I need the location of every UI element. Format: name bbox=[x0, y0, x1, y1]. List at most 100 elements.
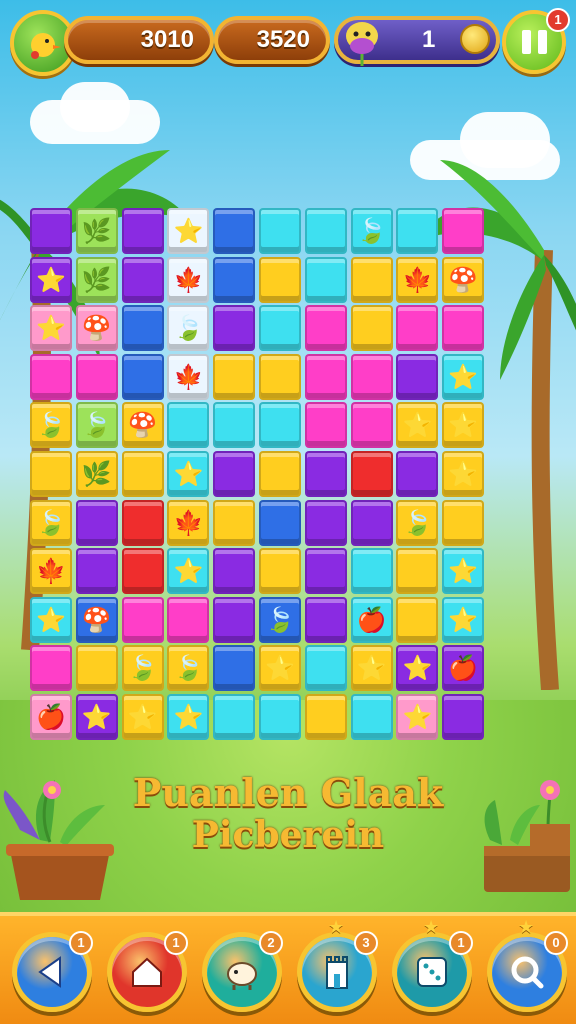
board-tile[interactable]: ⭐ bbox=[442, 402, 485, 449]
board-tile[interactable] bbox=[121, 548, 164, 595]
board-tile[interactable] bbox=[30, 208, 72, 254]
board-tile[interactable] bbox=[213, 548, 256, 595]
board-tile[interactable]: ⭐ bbox=[167, 548, 210, 595]
board-tile[interactable] bbox=[213, 402, 256, 449]
board-tile[interactable] bbox=[121, 596, 164, 643]
board-tile[interactable] bbox=[350, 451, 393, 497]
board-tile[interactable]: 🍎 bbox=[442, 645, 485, 692]
board-tile[interactable] bbox=[213, 305, 256, 352]
board-tile[interactable] bbox=[304, 499, 347, 546]
board-tile[interactable]: 🍃 bbox=[30, 499, 72, 546]
board-tile[interactable]: 🍄 bbox=[75, 596, 118, 643]
board-tile[interactable] bbox=[442, 305, 485, 352]
board-tile[interactable]: 🍃 bbox=[396, 499, 439, 546]
board-tile[interactable]: ⭐ bbox=[121, 694, 164, 740]
board-tile[interactable]: 🍎 bbox=[350, 596, 393, 643]
board-tile[interactable] bbox=[350, 694, 393, 740]
board-tile[interactable] bbox=[304, 548, 347, 595]
board-tile[interactable] bbox=[304, 208, 347, 254]
board-tile[interactable] bbox=[350, 256, 393, 303]
board-tile[interactable]: ⭐ bbox=[442, 548, 485, 595]
board-tile[interactable]: 🍃 bbox=[30, 402, 72, 449]
board-tile[interactable]: ⭐ bbox=[30, 305, 72, 352]
board-tile[interactable] bbox=[121, 305, 164, 352]
board-tile[interactable] bbox=[213, 353, 256, 400]
board-tile[interactable]: 🍁 bbox=[30, 548, 72, 595]
board-tile[interactable] bbox=[121, 451, 164, 497]
castle-button[interactable]: 3 ★ bbox=[297, 917, 378, 1012]
board-tile[interactable] bbox=[304, 645, 347, 692]
board-tile[interactable]: ⭐ bbox=[396, 402, 439, 449]
board-tile[interactable]: ⭐ bbox=[442, 451, 485, 497]
board-tile[interactable] bbox=[304, 256, 347, 303]
board-tile[interactable] bbox=[259, 499, 301, 546]
board-tile[interactable] bbox=[259, 256, 301, 303]
board-tile[interactable] bbox=[304, 353, 347, 400]
board-tile[interactable] bbox=[213, 694, 256, 740]
board-tile[interactable]: 🍃 bbox=[259, 596, 301, 643]
board-tile[interactable]: 🍁 bbox=[167, 353, 210, 400]
board-tile[interactable] bbox=[121, 256, 164, 303]
board-tile[interactable] bbox=[121, 353, 164, 400]
board-tile[interactable] bbox=[213, 256, 256, 303]
board-tile[interactable]: ⭐ bbox=[75, 694, 118, 740]
board-tile[interactable]: ⭐ bbox=[442, 353, 485, 400]
board-tile[interactable] bbox=[304, 451, 347, 497]
board-tile[interactable]: 🍁 bbox=[167, 256, 210, 303]
board-tile[interactable]: ⭐ bbox=[396, 645, 439, 692]
board-tile[interactable]: ⭐ bbox=[350, 645, 393, 692]
board-tile[interactable]: ⭐ bbox=[442, 596, 485, 643]
board-tile[interactable]: 🌿 bbox=[75, 256, 118, 303]
board-tile[interactable] bbox=[259, 305, 301, 352]
board-tile[interactable] bbox=[259, 402, 301, 449]
back-button[interactable]: 1 bbox=[12, 931, 93, 1012]
board-tile[interactable]: 🍃 bbox=[167, 305, 210, 352]
board-tile[interactable]: ⭐ bbox=[167, 208, 210, 254]
board-tile[interactable] bbox=[442, 694, 485, 740]
board-tile[interactable]: 🍃 bbox=[350, 208, 393, 254]
board-tile[interactable] bbox=[213, 499, 256, 546]
board-tile[interactable] bbox=[396, 353, 439, 400]
board-tile[interactable]: 🍁 bbox=[167, 499, 210, 546]
board-tile[interactable] bbox=[259, 353, 301, 400]
board-tile[interactable]: ⭐ bbox=[30, 596, 72, 643]
board-tile[interactable]: 🍃 bbox=[121, 645, 164, 692]
board-tile[interactable] bbox=[30, 645, 72, 692]
board-tile[interactable]: ⭐ bbox=[30, 256, 72, 303]
board-tile[interactable]: 🍄 bbox=[75, 305, 118, 352]
board-tile[interactable] bbox=[167, 402, 210, 449]
board-tile[interactable] bbox=[259, 548, 301, 595]
board-tile[interactable]: ⭐ bbox=[167, 451, 210, 497]
board-tile[interactable] bbox=[30, 451, 72, 497]
board-tile[interactable]: 🌿 bbox=[75, 451, 118, 497]
home-button[interactable]: 1 bbox=[107, 931, 188, 1012]
board-tile[interactable] bbox=[442, 208, 485, 254]
board-tile[interactable]: 🍃 bbox=[167, 645, 210, 692]
board-tile[interactable] bbox=[213, 596, 256, 643]
board-tile[interactable] bbox=[213, 208, 256, 254]
board-tile[interactable] bbox=[30, 353, 72, 400]
board-tile[interactable] bbox=[396, 451, 439, 497]
board-tile[interactable]: 🍎 bbox=[30, 694, 72, 740]
board-tile[interactable] bbox=[350, 305, 393, 352]
board-tile[interactable] bbox=[304, 402, 347, 449]
board-tile[interactable] bbox=[304, 596, 347, 643]
board-tile[interactable] bbox=[396, 596, 439, 643]
board-tile[interactable]: 🍁 bbox=[396, 256, 439, 303]
board-tile[interactable] bbox=[259, 694, 301, 740]
board-tile[interactable] bbox=[350, 548, 393, 595]
board-tile[interactable] bbox=[442, 499, 485, 546]
board-tile[interactable] bbox=[75, 499, 118, 546]
board-tile[interactable] bbox=[350, 353, 393, 400]
board-tile[interactable] bbox=[304, 694, 347, 740]
board-tile[interactable] bbox=[121, 208, 164, 254]
board-tile[interactable]: 🍃 bbox=[75, 402, 118, 449]
board-tile[interactable]: 🌿 bbox=[75, 208, 118, 254]
board-tile[interactable] bbox=[75, 645, 118, 692]
board-tile[interactable] bbox=[259, 208, 301, 254]
board-tile[interactable] bbox=[396, 305, 439, 352]
board-tile[interactable] bbox=[396, 548, 439, 595]
board-tile[interactable]: 🍄 bbox=[442, 256, 485, 303]
board-tile[interactable] bbox=[396, 208, 439, 254]
board-tile[interactable] bbox=[350, 499, 393, 546]
